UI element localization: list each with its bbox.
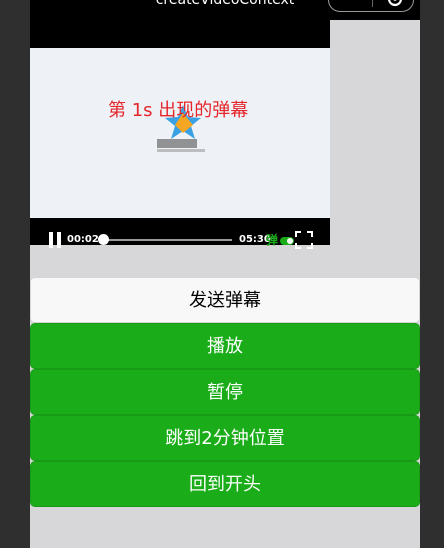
video-player[interactable]: 第 1s 出现的弹幕 00:02 05:30 弹 [30, 20, 330, 249]
danmu-switch [280, 237, 294, 245]
menu-capsule[interactable] [328, 0, 414, 12]
capsule-divider [372, 0, 373, 7]
close-icon[interactable] [385, 0, 405, 9]
video-frame: 第 1s 出现的弹幕 [30, 48, 330, 218]
progress-bar[interactable] [98, 234, 232, 245]
pause-icon[interactable] [48, 232, 62, 248]
play-button[interactable]: 播放 [30, 323, 420, 369]
video-controls: 00:02 05:30 弹 [30, 205, 330, 249]
seek-2min-button[interactable]: 跳到2分钟位置 [30, 415, 420, 461]
danmu-toggle-label: 弹 [266, 233, 279, 247]
navigation-bar: createVideoContext [30, 0, 420, 20]
danmu-switch-knob [287, 238, 293, 244]
danmu-text: 第 1s 出现的弹幕 [108, 100, 249, 121]
back-to-start-button[interactable]: 回到开头 [30, 461, 420, 507]
progress-thumb[interactable] [98, 234, 110, 245]
send-danmu-button[interactable]: 发送弹幕 [30, 277, 420, 323]
current-time: 00:02 [67, 234, 99, 245]
danmu-toggle-button[interactable]: 弹 [266, 232, 294, 248]
fullscreen-icon[interactable] [294, 230, 314, 250]
pause-button[interactable]: 暂停 [30, 369, 420, 415]
page-title: createVideoContext [155, 0, 295, 8]
phone-screen: createVideoContext 第 1s 出现的弹幕 00:02 05:3… [30, 0, 420, 548]
